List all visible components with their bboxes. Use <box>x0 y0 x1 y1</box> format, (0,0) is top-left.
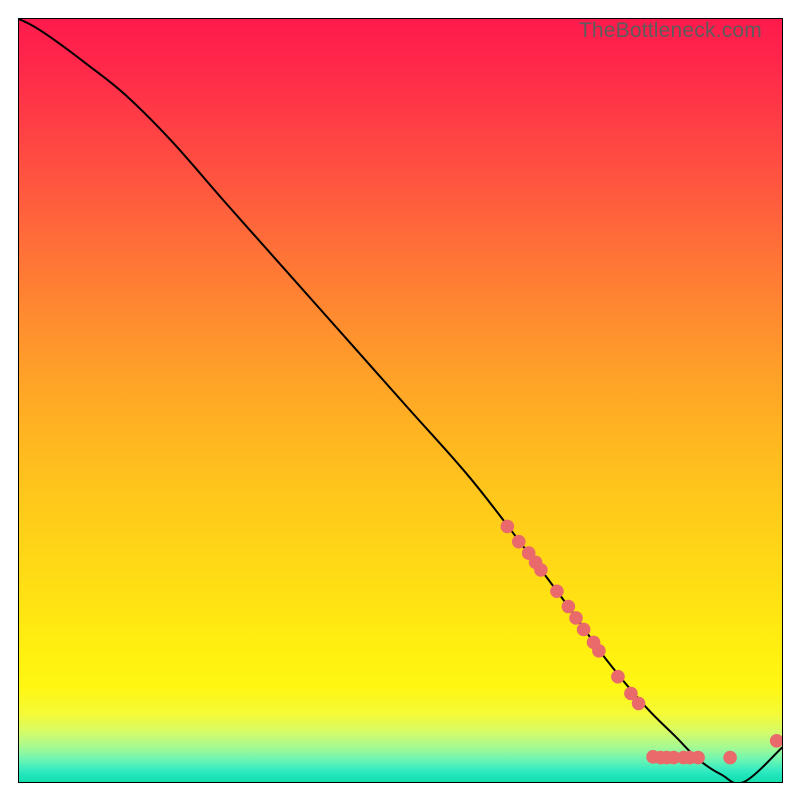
data-marker <box>691 751 705 765</box>
data-marker <box>512 535 526 549</box>
watermark-text: TheBottleneck.com <box>579 19 762 43</box>
curve-line <box>19 19 782 782</box>
data-marker <box>550 584 564 598</box>
chart-svg <box>19 19 782 782</box>
data-marker <box>577 623 591 637</box>
data-markers <box>501 520 782 765</box>
data-marker <box>592 644 606 658</box>
data-marker <box>723 751 737 765</box>
data-marker <box>632 697 646 711</box>
data-marker <box>501 520 515 534</box>
data-marker <box>562 600 576 614</box>
data-marker <box>569 611 583 625</box>
plot-area: TheBottleneck.com <box>18 18 783 783</box>
data-marker <box>770 734 782 748</box>
chart-container: TheBottleneck.com <box>0 0 800 800</box>
data-marker <box>534 563 548 577</box>
data-marker <box>611 670 625 684</box>
